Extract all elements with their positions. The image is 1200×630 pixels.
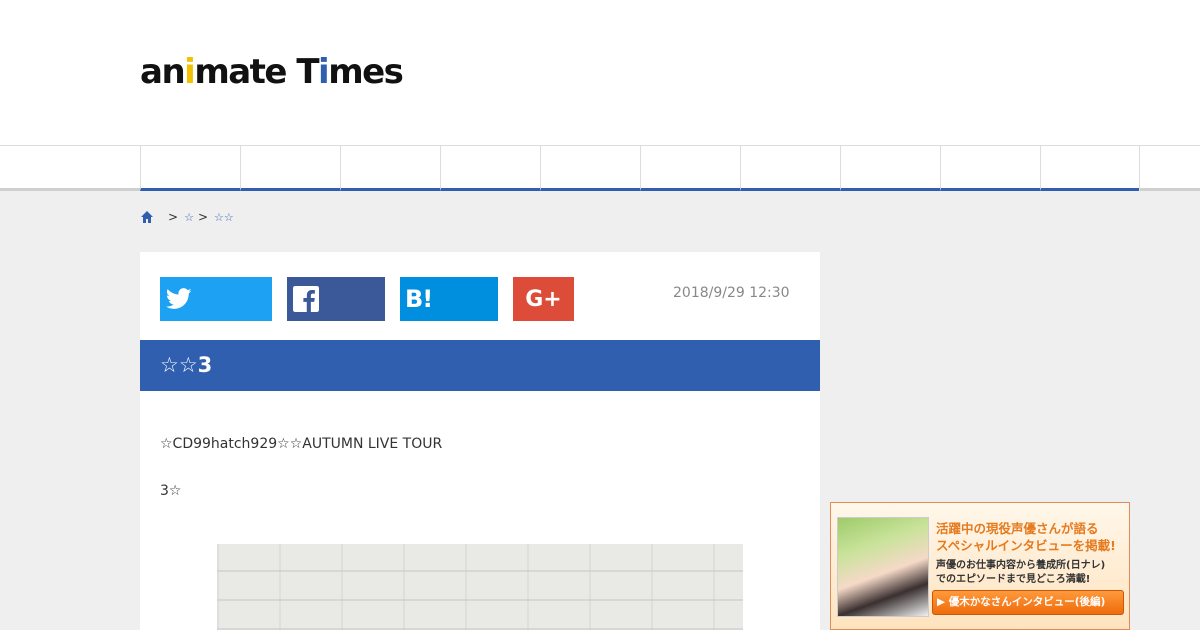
nav-item[interactable] [340, 146, 440, 191]
nav-item[interactable] [240, 146, 340, 191]
breadcrumb-item[interactable]: ☆☆ [214, 211, 234, 224]
nav-item[interactable] [540, 146, 640, 191]
nav-item[interactable] [440, 146, 540, 191]
article-card: B! G+ 2018/9/29 12:30 ☆☆3 ☆CD99hatch929☆… [140, 252, 820, 630]
breadcrumb: > ☆ > ☆☆ [140, 209, 234, 225]
nav-item[interactable] [940, 146, 1040, 191]
breadcrumb-item[interactable]: ☆ [184, 211, 194, 224]
breadcrumb-separator: > [168, 210, 179, 224]
nav-item[interactable] [740, 146, 840, 191]
main-nav [0, 146, 1200, 191]
nav-item[interactable] [140, 146, 240, 191]
article-image [217, 544, 743, 630]
ad-headline: スペシャルインタビューを掲載! [936, 538, 1116, 553]
nav-item[interactable] [840, 146, 940, 191]
ad-portrait-image [837, 517, 929, 617]
article-paragraph: ☆CD99hatch929☆☆AUTUMN LIVE TOUR [160, 436, 443, 452]
ad-interview-button[interactable]: ▶ 優木かなさんインタビュー(後編) [932, 590, 1124, 615]
home-icon[interactable] [140, 210, 154, 224]
article-title: ☆☆3 [140, 340, 820, 391]
sidebar-ad-banner[interactable]: 活躍中の現役声優さんが語る スペシャルインタビューを掲載! 声優のお仕事内容から… [830, 502, 1130, 630]
site-logo[interactable]: animate Times [140, 52, 404, 92]
nav-item[interactable] [640, 146, 740, 191]
gplus-label: G+ [525, 286, 562, 312]
facebook-share-button[interactable] [287, 277, 385, 321]
facebook-icon [293, 286, 319, 312]
hatena-bookmark-button[interactable]: B! [400, 277, 498, 321]
google-plus-share-button[interactable]: G+ [513, 277, 574, 321]
article-date: 2018/9/29 12:30 [673, 285, 790, 301]
hatena-label: B! [405, 285, 433, 313]
ad-subtext: 声優のお仕事内容から養成所(日ナレ) [936, 560, 1106, 571]
ad-subtext: でのエピソードまで見どころ満載! [936, 574, 1091, 585]
twitter-share-button[interactable] [160, 277, 272, 321]
nav-item[interactable] [1040, 146, 1140, 191]
site-header: animate Times [0, 0, 1200, 146]
article-paragraph: 3☆ [160, 483, 182, 499]
nav-divider [1139, 146, 1200, 191]
twitter-icon [166, 288, 192, 309]
breadcrumb-separator: > [197, 210, 208, 224]
